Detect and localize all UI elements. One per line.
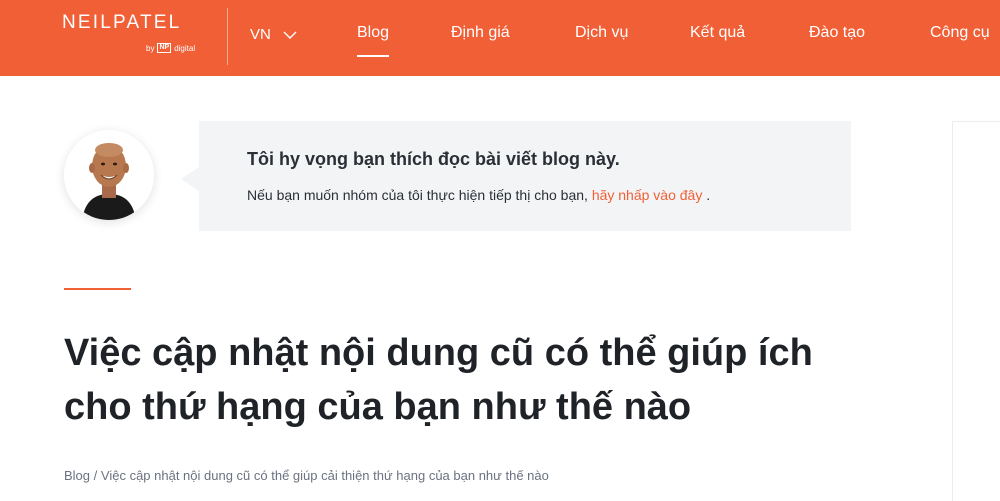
nav-results[interactable]: Kết quả [690,24,745,42]
subtitle-period: . [706,187,711,203]
byline-by: by [146,43,155,53]
byline-digital: digital [174,43,196,53]
neilpatel-logo[interactable]: NEILPATEL by NP digital [62,12,212,60]
author-message-subtitle: Nếu bạn muốn nhóm của tôi thực hiện tiếp… [247,187,710,203]
author-photo-icon [64,130,154,220]
breadcrumb: Blog / Việc cập nhật nội dung cũ có thể … [64,468,549,483]
breadcrumb-current: Việc cập nhật nội dung cũ có thể giúp cả… [100,468,549,483]
breadcrumb-separator: / [93,468,98,483]
click-here-link[interactable]: hãy nhấp vào đây [592,187,703,203]
subtitle-text: Nếu bạn muốn nhóm của tôi thực hiện tiếp… [247,187,588,203]
header-divider [227,8,228,65]
breadcrumb-blog-link[interactable]: Blog [64,468,90,483]
author-avatar [64,130,154,220]
sidebar-panel [952,121,1000,501]
language-code: VN [250,26,271,43]
author-message-box: Tôi hy vọng bạn thích đọc bài viết blog … [199,121,851,231]
site-header: NEILPATEL by NP digital VN Blog Định giá… [0,0,1000,76]
nav-services[interactable]: Dịch vụ [575,24,628,42]
np-digital-byline: by NP digital [146,43,195,53]
logo-wordmark: NEILPATEL [62,12,182,33]
article-headline: Việc cập nhật nội dung cũ có thể giúp íc… [64,332,813,428]
language-selector[interactable]: VN [250,26,297,43]
nav-blog[interactable]: Blog [357,24,390,57]
nav-pricing[interactable]: Định giá [451,24,510,42]
chevron-down-icon [283,31,297,39]
nav-tools[interactable]: Công cụ [930,24,990,42]
nav-training[interactable]: Đào tạo [809,24,865,42]
bubble-pointer [181,167,199,191]
author-message-title: Tôi hy vọng bạn thích đọc bài viết blog … [247,149,620,169]
np-badge: NP [157,43,172,53]
accent-divider [64,288,131,290]
